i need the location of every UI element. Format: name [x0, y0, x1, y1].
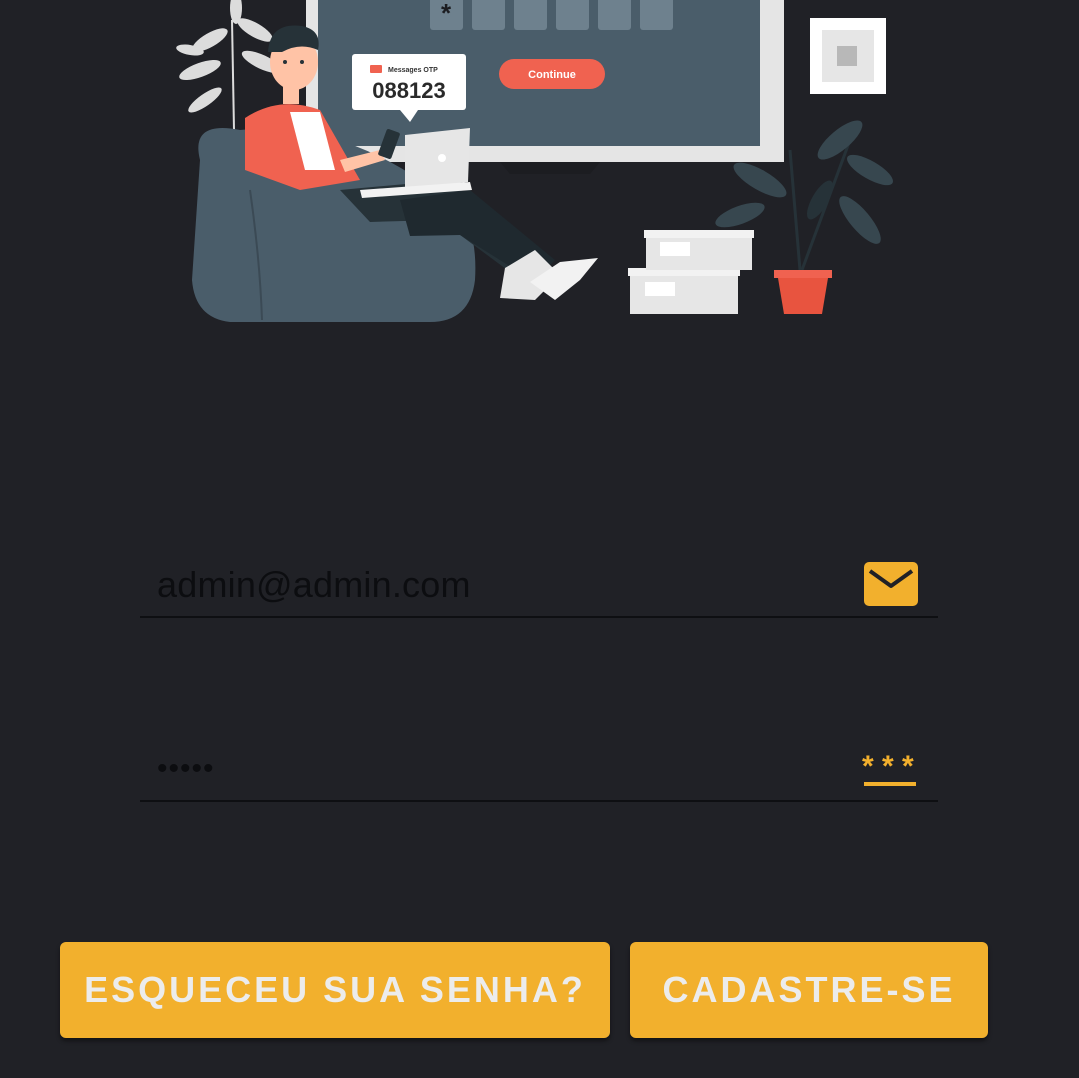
password-field[interactable]: ••••• * * *: [140, 740, 938, 802]
password-asterisk-icon: * * *: [862, 750, 916, 786]
storage-boxes: [628, 230, 754, 314]
email-field[interactable]: admin@admin.com: [140, 556, 938, 618]
forgot-password-label: ESQUECEU SUA SENHA?: [84, 969, 586, 1010]
svg-text:*: *: [862, 750, 874, 783]
otp-code: 088123: [372, 78, 445, 103]
password-input-value[interactable]: •••••: [157, 752, 215, 786]
envelope-icon: [864, 562, 918, 606]
otp-tag: Messages OTP: [388, 67, 438, 74]
wall-frame: [810, 18, 886, 94]
svg-text:*: *: [902, 750, 914, 783]
email-input-value[interactable]: admin@admin.com: [157, 564, 471, 606]
signup-button[interactable]: CADASTRE-SE: [630, 942, 988, 1038]
forgot-password-button[interactable]: ESQUECEU SUA SENHA?: [60, 942, 610, 1038]
otp-illustration: * Messages OTP 088123 Continue: [176, 0, 893, 322]
illustration-continue-button: Continue: [499, 59, 605, 89]
pin-mask: *: [441, 0, 452, 28]
signup-label: CADASTRE-SE: [662, 969, 956, 1010]
illustration-continue-label: Continue: [528, 69, 576, 81]
svg-text:*: *: [882, 750, 894, 783]
